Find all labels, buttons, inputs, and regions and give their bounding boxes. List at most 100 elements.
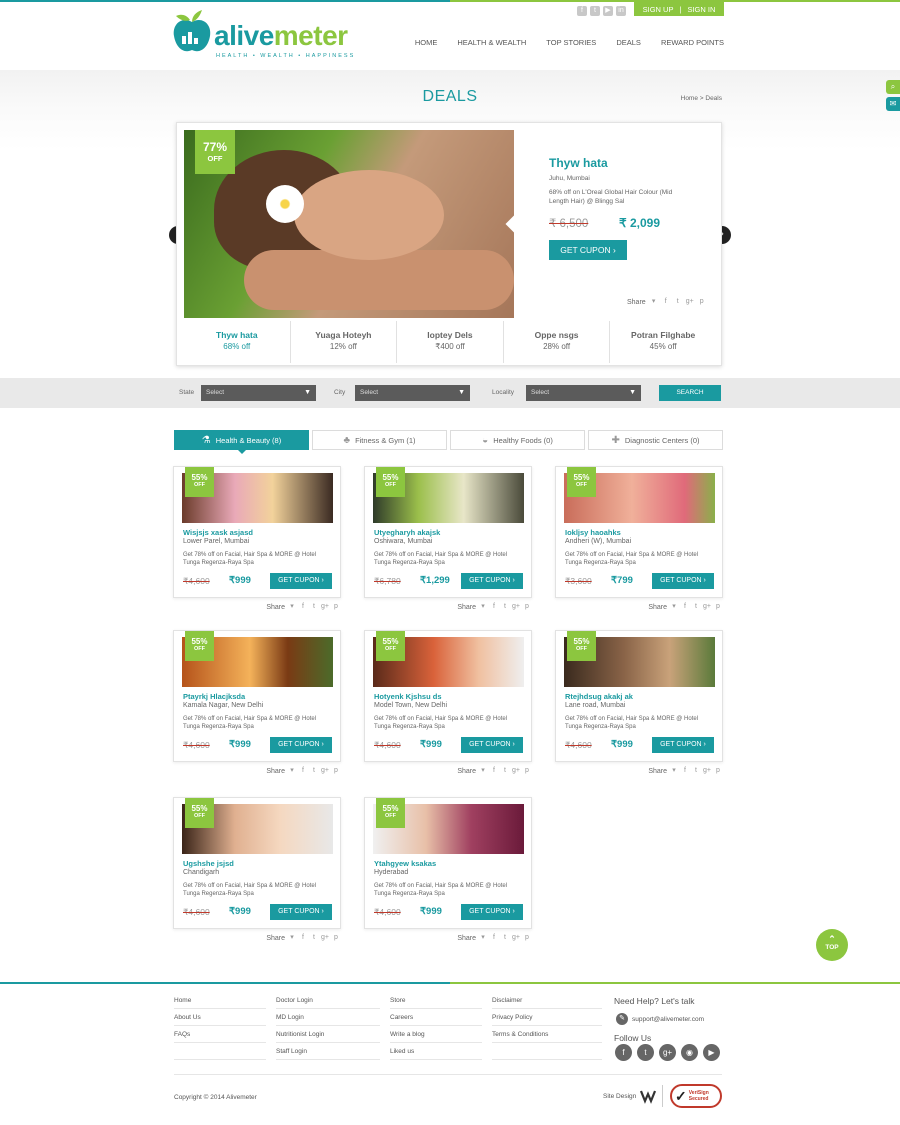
- pinterest-icon[interactable]: p: [714, 767, 722, 775]
- footer-link[interactable]: Write a blog: [390, 1026, 482, 1043]
- verisign-badge[interactable]: ✓ VeriSign Secured: [670, 1084, 722, 1108]
- breadcrumb[interactable]: Home > Deals: [681, 95, 722, 102]
- deal-card[interactable]: 55% OFF Hotyenk Kjshsu ds Model Town, New D…: [364, 630, 532, 775]
- footer-link[interactable]: Disclaimer: [492, 992, 602, 1009]
- deal-title[interactable]: Iokljsy haoahks: [565, 528, 621, 537]
- tab-health-beauty[interactable]: ⚗ Health & Beauty (8): [174, 430, 309, 454]
- signin-link[interactable]: SIGN IN: [687, 5, 715, 14]
- slider-tab[interactable]: Ioptey Dels ₹400 off: [397, 321, 504, 363]
- footer-link[interactable]: Liked us: [390, 1043, 482, 1060]
- share-label[interactable]: Share: [266, 768, 285, 775]
- youtube-icon[interactable]: ▶: [603, 6, 613, 16]
- twitter-icon[interactable]: t: [590, 6, 600, 16]
- get-coupon-button[interactable]: GET CUPON ›: [461, 737, 523, 753]
- back-to-top-button[interactable]: ⌃ TOP: [816, 929, 848, 961]
- deal-title[interactable]: Ugshshe jsjsd: [183, 859, 234, 868]
- get-coupon-button[interactable]: GET CUPON ›: [270, 737, 332, 753]
- google-plus-icon[interactable]: g+: [512, 603, 520, 611]
- deal-title[interactable]: Wisjsjs xask asjasd: [183, 528, 253, 537]
- twitter-icon[interactable]: t: [501, 934, 509, 942]
- side-search-icon[interactable]: ⌕: [886, 80, 900, 94]
- tab-diagnostic-centers[interactable]: ✚ Diagnostic Centers (0): [588, 430, 723, 450]
- nav-top-stories[interactable]: TOP STORIES: [546, 38, 596, 47]
- deal-title[interactable]: Rtejhdsug akakj ak: [565, 692, 633, 701]
- featured-get-coupon-button[interactable]: GET CUPON ›: [549, 240, 627, 260]
- get-coupon-button[interactable]: GET CUPON ›: [270, 573, 332, 589]
- twitter-icon[interactable]: t: [692, 603, 700, 611]
- twitter-icon[interactable]: t: [310, 934, 318, 942]
- pinterest-icon[interactable]: p: [698, 298, 706, 306]
- search-button[interactable]: SEARCH: [659, 385, 721, 401]
- footer-link[interactable]: MD Login: [276, 1009, 380, 1026]
- footer-link[interactable]: Staff Login: [276, 1043, 380, 1060]
- deal-card[interactable]: 55% OFF Rtejhdsug akakj ak Lane road, Mumba…: [555, 630, 723, 775]
- pinterest-icon[interactable]: p: [332, 934, 340, 942]
- twitter-icon[interactable]: t: [501, 603, 509, 611]
- pinterest-icon[interactable]: p: [523, 934, 531, 942]
- locality-select[interactable]: Select ▼: [526, 385, 641, 401]
- deal-title[interactable]: Ytahgyew ksakas: [374, 859, 436, 868]
- share-label[interactable]: Share: [266, 604, 285, 611]
- facebook-icon[interactable]: f: [299, 934, 307, 942]
- rss-icon[interactable]: ◉: [681, 1044, 698, 1061]
- footer-link[interactable]: Nutritionist Login: [276, 1026, 380, 1043]
- pinterest-icon[interactable]: p: [523, 603, 531, 611]
- youtube-icon[interactable]: ▶: [703, 1044, 720, 1061]
- nav-deals[interactable]: DEALS: [616, 38, 641, 47]
- footer-link[interactable]: Terms & Conditions: [492, 1026, 602, 1043]
- twitter-icon[interactable]: t: [310, 603, 318, 611]
- get-coupon-button[interactable]: GET CUPON ›: [270, 904, 332, 920]
- city-select[interactable]: Select ▼: [355, 385, 470, 401]
- tab-fitness-gym[interactable]: ♣ Fitness & Gym (1): [312, 430, 447, 450]
- featured-deal-title[interactable]: Thyw hata: [549, 156, 608, 170]
- facebook-icon[interactable]: f: [681, 603, 689, 611]
- slider-tab[interactable]: Thyw hata 68% off: [184, 321, 291, 363]
- facebook-icon[interactable]: f: [490, 767, 498, 775]
- google-plus-icon[interactable]: g+: [659, 1044, 676, 1061]
- share-label[interactable]: Share: [457, 935, 476, 942]
- slider-tab[interactable]: Oppe nsgs 28% off: [504, 321, 611, 363]
- slider-tab[interactable]: Yuaga Hoteyh 12% off: [291, 321, 398, 363]
- footer-link[interactable]: FAQs: [174, 1026, 266, 1043]
- footer-link[interactable]: Doctor Login: [276, 992, 380, 1009]
- get-coupon-button[interactable]: GET CUPON ›: [461, 573, 523, 589]
- share-label[interactable]: Share: [266, 935, 285, 942]
- google-plus-icon[interactable]: g+: [686, 298, 694, 306]
- footer-link[interactable]: Careers: [390, 1009, 482, 1026]
- support-email[interactable]: ✎ support@alivemeter.com: [616, 1013, 704, 1025]
- footer-link[interactable]: Privacy Policy: [492, 1009, 602, 1026]
- google-plus-icon[interactable]: g+: [703, 767, 711, 775]
- tab-healthy-foods[interactable]: ◒ Healthy Foods (0): [450, 430, 585, 450]
- get-coupon-button[interactable]: GET CUPON ›: [652, 573, 714, 589]
- facebook-icon[interactable]: f: [299, 767, 307, 775]
- facebook-icon[interactable]: f: [490, 934, 498, 942]
- google-plus-icon[interactable]: g+: [321, 603, 329, 611]
- footer-link[interactable]: About Us: [174, 1009, 266, 1026]
- facebook-icon[interactable]: f: [577, 6, 587, 16]
- twitter-icon[interactable]: t: [637, 1044, 654, 1061]
- pinterest-icon[interactable]: p: [523, 767, 531, 775]
- slider-tab[interactable]: Potran Filghabe 45% off: [610, 321, 716, 363]
- get-coupon-button[interactable]: GET CUPON ›: [652, 737, 714, 753]
- deal-card[interactable]: 55% OFF Ptayrkj Hlacjksda Kamala Nagar, New…: [173, 630, 341, 775]
- twitter-icon[interactable]: t: [310, 767, 318, 775]
- footer-link[interactable]: Store: [390, 992, 482, 1009]
- signup-link[interactable]: SIGN UP: [643, 5, 674, 14]
- facebook-icon[interactable]: f: [299, 603, 307, 611]
- google-plus-icon[interactable]: g+: [703, 603, 711, 611]
- deal-title[interactable]: Hotyenk Kjshsu ds: [374, 692, 442, 701]
- deal-card[interactable]: 55% OFF Wisjsjs xask asjasd Lower Parel, Mu…: [173, 466, 341, 611]
- state-select[interactable]: Select ▼: [201, 385, 316, 401]
- pinterest-icon[interactable]: p: [714, 603, 722, 611]
- facebook-icon[interactable]: f: [490, 603, 498, 611]
- get-coupon-button[interactable]: GET CUPON ›: [461, 904, 523, 920]
- share-label[interactable]: Share: [457, 768, 476, 775]
- featured-deal-image[interactable]: 77% OFF: [184, 130, 514, 318]
- side-mail-icon[interactable]: ✉: [886, 97, 900, 111]
- deal-card[interactable]: 55% OFF Utyegharyh akajsk Oshiwara, Mumbai G…: [364, 466, 532, 611]
- deal-title[interactable]: Utyegharyh akajsk: [374, 528, 440, 537]
- twitter-icon[interactable]: t: [674, 298, 682, 306]
- twitter-icon[interactable]: t: [501, 767, 509, 775]
- nav-home[interactable]: HOME: [415, 38, 438, 47]
- facebook-icon[interactable]: f: [681, 767, 689, 775]
